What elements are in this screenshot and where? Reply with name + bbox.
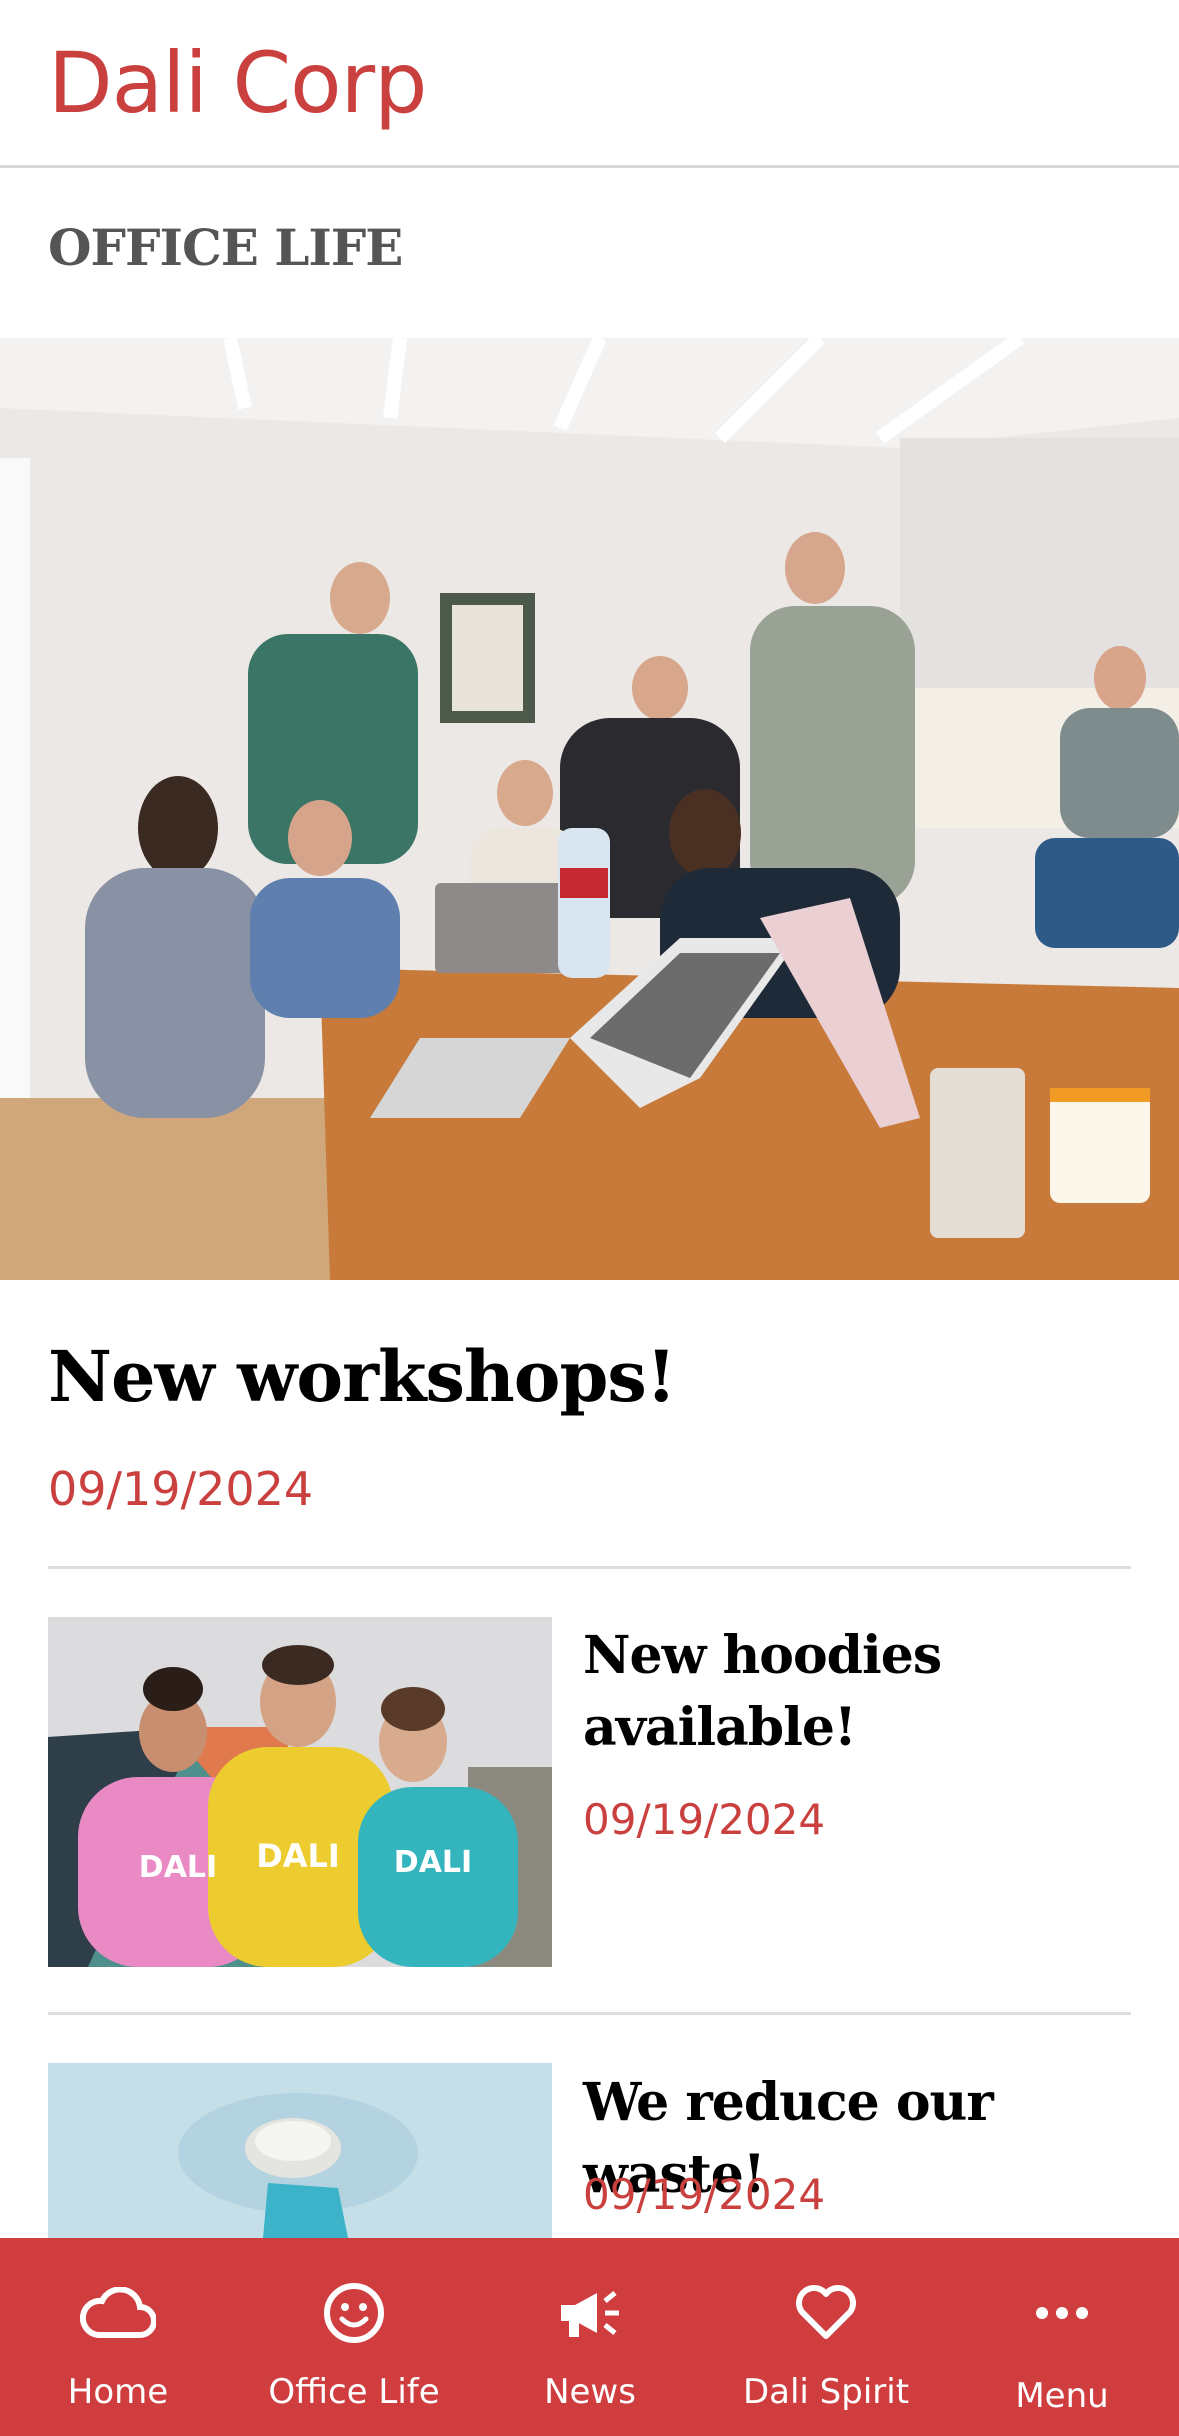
divider bbox=[48, 1566, 1131, 1569]
heart-icon bbox=[708, 2278, 944, 2348]
featured-article-image[interactable] bbox=[0, 338, 1179, 1280]
divider bbox=[48, 2012, 1131, 2015]
article-date: 09/19/2024 bbox=[583, 1795, 826, 1844]
article-image-waste[interactable] bbox=[48, 2063, 552, 2238]
bottom-tab-bar: Home Office Life News Dali Spirit Menu bbox=[0, 2238, 1179, 2436]
tab-label: Menu bbox=[1015, 2376, 1109, 2416]
section-title: OFFICE LIFE bbox=[48, 218, 403, 277]
more-icon bbox=[944, 2278, 1179, 2348]
tab-news[interactable]: News bbox=[472, 2238, 708, 2436]
featured-article-title[interactable]: New workshops! bbox=[48, 1335, 677, 1418]
tab-label: Office Life bbox=[268, 2372, 440, 2412]
tab-label: Home bbox=[67, 2372, 169, 2412]
featured-article-date: 09/19/2024 bbox=[48, 1462, 314, 1516]
article-image-hoodies[interactable]: DALI DALI DALI bbox=[48, 1617, 552, 1967]
tab-label: News bbox=[544, 2372, 636, 2412]
tab-dali-spirit[interactable]: Dali Spirit bbox=[708, 2238, 944, 2436]
svg-text:DALI: DALI bbox=[139, 1850, 217, 1885]
svg-text:DALI: DALI bbox=[394, 1845, 472, 1880]
app-header: Dali Corp bbox=[0, 0, 1179, 168]
tab-home[interactable]: Home bbox=[0, 2238, 236, 2436]
svg-text:DALI: DALI bbox=[256, 1837, 340, 1875]
section-header: OFFICE LIFE bbox=[0, 168, 1179, 338]
article-title[interactable]: New hoodies available! bbox=[583, 1620, 1163, 1764]
app-title: Dali Corp bbox=[48, 34, 427, 132]
cloud-icon bbox=[0, 2278, 236, 2348]
article-date: 09/19/2024 bbox=[583, 2170, 826, 2219]
tab-label: Dali Spirit bbox=[742, 2372, 910, 2412]
tab-menu[interactable]: Menu bbox=[944, 2238, 1179, 2436]
tab-office-life[interactable]: Office Life bbox=[236, 2238, 472, 2436]
megaphone-icon bbox=[472, 2278, 708, 2348]
smiley-icon bbox=[236, 2278, 472, 2348]
